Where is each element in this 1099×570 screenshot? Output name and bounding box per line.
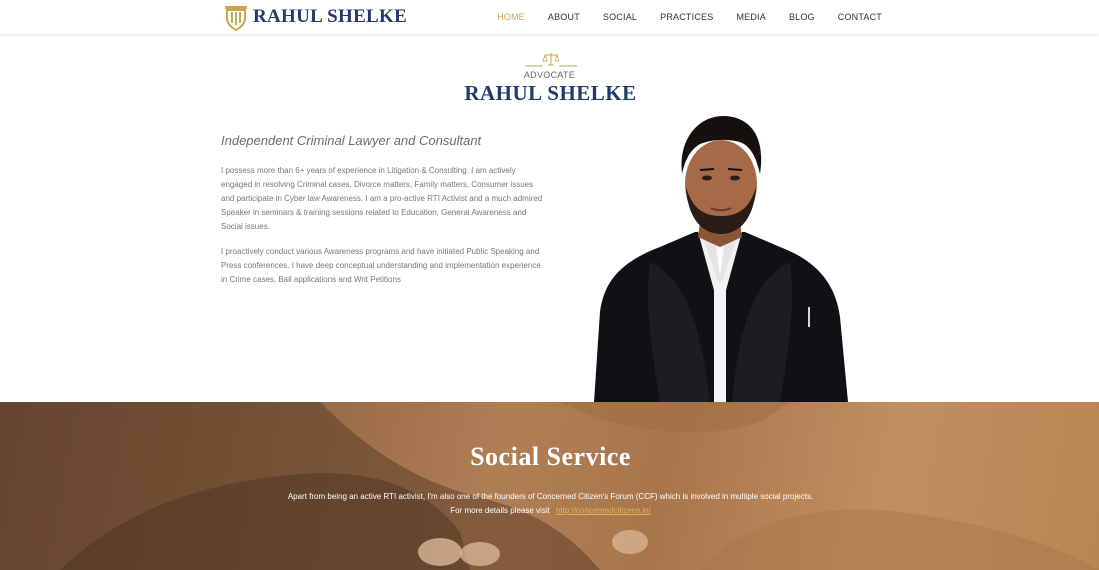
advocate-portrait bbox=[594, 116, 848, 402]
scales-of-justice-icon bbox=[525, 53, 577, 67]
nav-contact[interactable]: CONTACT bbox=[838, 12, 882, 22]
pillar-shield-icon bbox=[225, 6, 247, 31]
hero-title: RAHUL SHELKE bbox=[464, 81, 637, 105]
nav-about[interactable]: ABOUT bbox=[548, 12, 580, 22]
site-header: RAHUL SHELKE HOME ABOUT SOCIAL PRACTICES… bbox=[0, 0, 1099, 34]
social-service-section: Social Service Apart from being an activ… bbox=[0, 402, 1099, 570]
social-description: Apart from being an active RTI activist,… bbox=[0, 490, 1099, 518]
hero-tagline: Independent Criminal Lawyer and Consulta… bbox=[221, 133, 482, 148]
social-title: Social Service bbox=[470, 442, 631, 471]
nav-social[interactable]: SOCIAL bbox=[603, 12, 637, 22]
nav-home[interactable]: HOME bbox=[497, 12, 525, 22]
social-visit-label: For more details please visit bbox=[450, 506, 550, 515]
social-line: For more details please visit http://con… bbox=[0, 504, 1099, 518]
main-nav: HOME ABOUT SOCIAL PRACTICES MEDIA BLOG C… bbox=[474, 0, 882, 34]
nav-blog[interactable]: BLOG bbox=[789, 12, 815, 22]
logo-text: RAHUL SHELKE bbox=[253, 6, 408, 27]
logo[interactable]: RAHUL SHELKE bbox=[223, 3, 407, 31]
bio-paragraph: I proactively conduct various Awareness … bbox=[221, 247, 541, 284]
bio-paragraph: I possess more than 6+ years of experien… bbox=[221, 166, 543, 231]
social-line: Apart from being an active RTI activist,… bbox=[287, 492, 814, 501]
nav-media[interactable]: MEDIA bbox=[736, 12, 766, 22]
nav-practices[interactable]: PRACTICES bbox=[660, 12, 713, 22]
hero-eyebrow: ADVOCATE bbox=[523, 70, 576, 80]
helping-hands-background bbox=[0, 402, 1099, 570]
ccf-website-link[interactable]: http://concernedcitizens.in/ bbox=[556, 506, 651, 515]
